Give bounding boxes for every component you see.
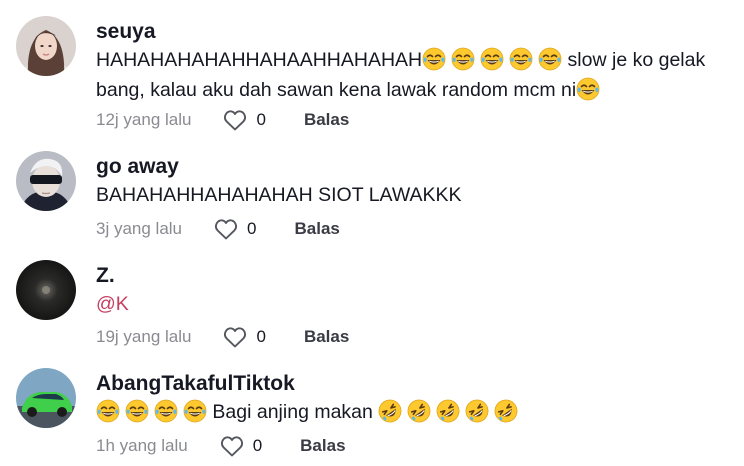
tears-of-joy-emoji [183,399,207,423]
emoji-group [576,79,600,101]
tears-of-joy-emoji [451,47,475,71]
like-count: 0 [252,436,263,455]
comment-username[interactable]: Z. [96,264,115,288]
rolling-on-floor-laughing-emoji [494,399,518,423]
comment-text-part: Bagi anjing makan [207,401,379,423]
comment-text: Bagi anjing makan [96,397,732,427]
reply-button[interactable]: Balas [304,110,349,130]
like-button[interactable]: 0 [220,435,262,457]
rolling-on-floor-laughing-emoji [465,399,489,423]
comment-username[interactable]: go away [96,155,179,179]
comment-time: 3j yang lalu [96,219,183,238]
reply-button[interactable]: Balas [294,219,339,239]
comment-text: @K [96,289,732,319]
like-count: 0 [247,219,257,238]
mention-link[interactable]: @K [96,293,129,315]
comment-username[interactable]: AbangTakafulTiktok [96,372,295,396]
avatar[interactable] [16,260,76,320]
comment-text: BAHAHAHHAHAHAHAH SIOT LAWAKKK [96,184,462,206]
comment-username[interactable]: seuya [96,20,156,44]
like-button[interactable]: 0 [223,109,266,131]
comment-text-part: HAHAHAHAHAHHAHAAHHAHAHAH [96,49,423,71]
heart-icon [220,436,243,457]
comment-text: HAHAHAHAHAHHAHAAHHAHAHAH slow je ko gela… [96,45,732,105]
comment-meta: 19j yang lalu 0 Balas [96,325,349,349]
comment-time: 1h yang lalu [96,436,188,455]
rolling-on-floor-laughing-emoji [378,399,402,423]
comment-time: 19j yang lalu [96,327,192,346]
tears-of-joy-emoji [538,47,562,71]
heart-icon [224,110,247,131]
comment-time: 12j yang lalu [96,110,192,129]
tears-of-joy-emoji [422,47,446,71]
reply-button[interactable]: Balas [304,327,349,347]
tears-of-joy-emoji [576,77,600,101]
tears-of-joy-emoji [125,399,149,423]
avatar[interactable] [16,151,76,211]
emoji-group [422,49,562,71]
emoji-group [378,401,518,423]
rolling-on-floor-laughing-emoji [407,399,431,423]
tears-of-joy-emoji [509,47,533,71]
like-button[interactable]: 0 [223,326,266,348]
tears-of-joy-emoji [154,399,178,423]
like-button[interactable]: 0 [214,218,256,240]
rolling-on-floor-laughing-emoji [436,399,460,423]
tears-of-joy-emoji [96,399,120,423]
like-count: 0 [256,327,266,346]
comment-meta: 3j yang lalu 0 Balas [96,217,340,241]
heart-icon [224,327,247,348]
avatar[interactable] [16,368,76,428]
comment-meta: 12j yang lalu 0 Balas [96,108,349,132]
reply-button[interactable]: Balas [300,436,345,456]
tears-of-joy-emoji [480,47,504,71]
heart-icon [214,219,238,240]
like-count: 0 [256,110,266,129]
avatar[interactable] [16,16,76,76]
comment-meta: 1h yang lalu 0 Balas [96,434,346,458]
emoji-group [96,401,207,423]
